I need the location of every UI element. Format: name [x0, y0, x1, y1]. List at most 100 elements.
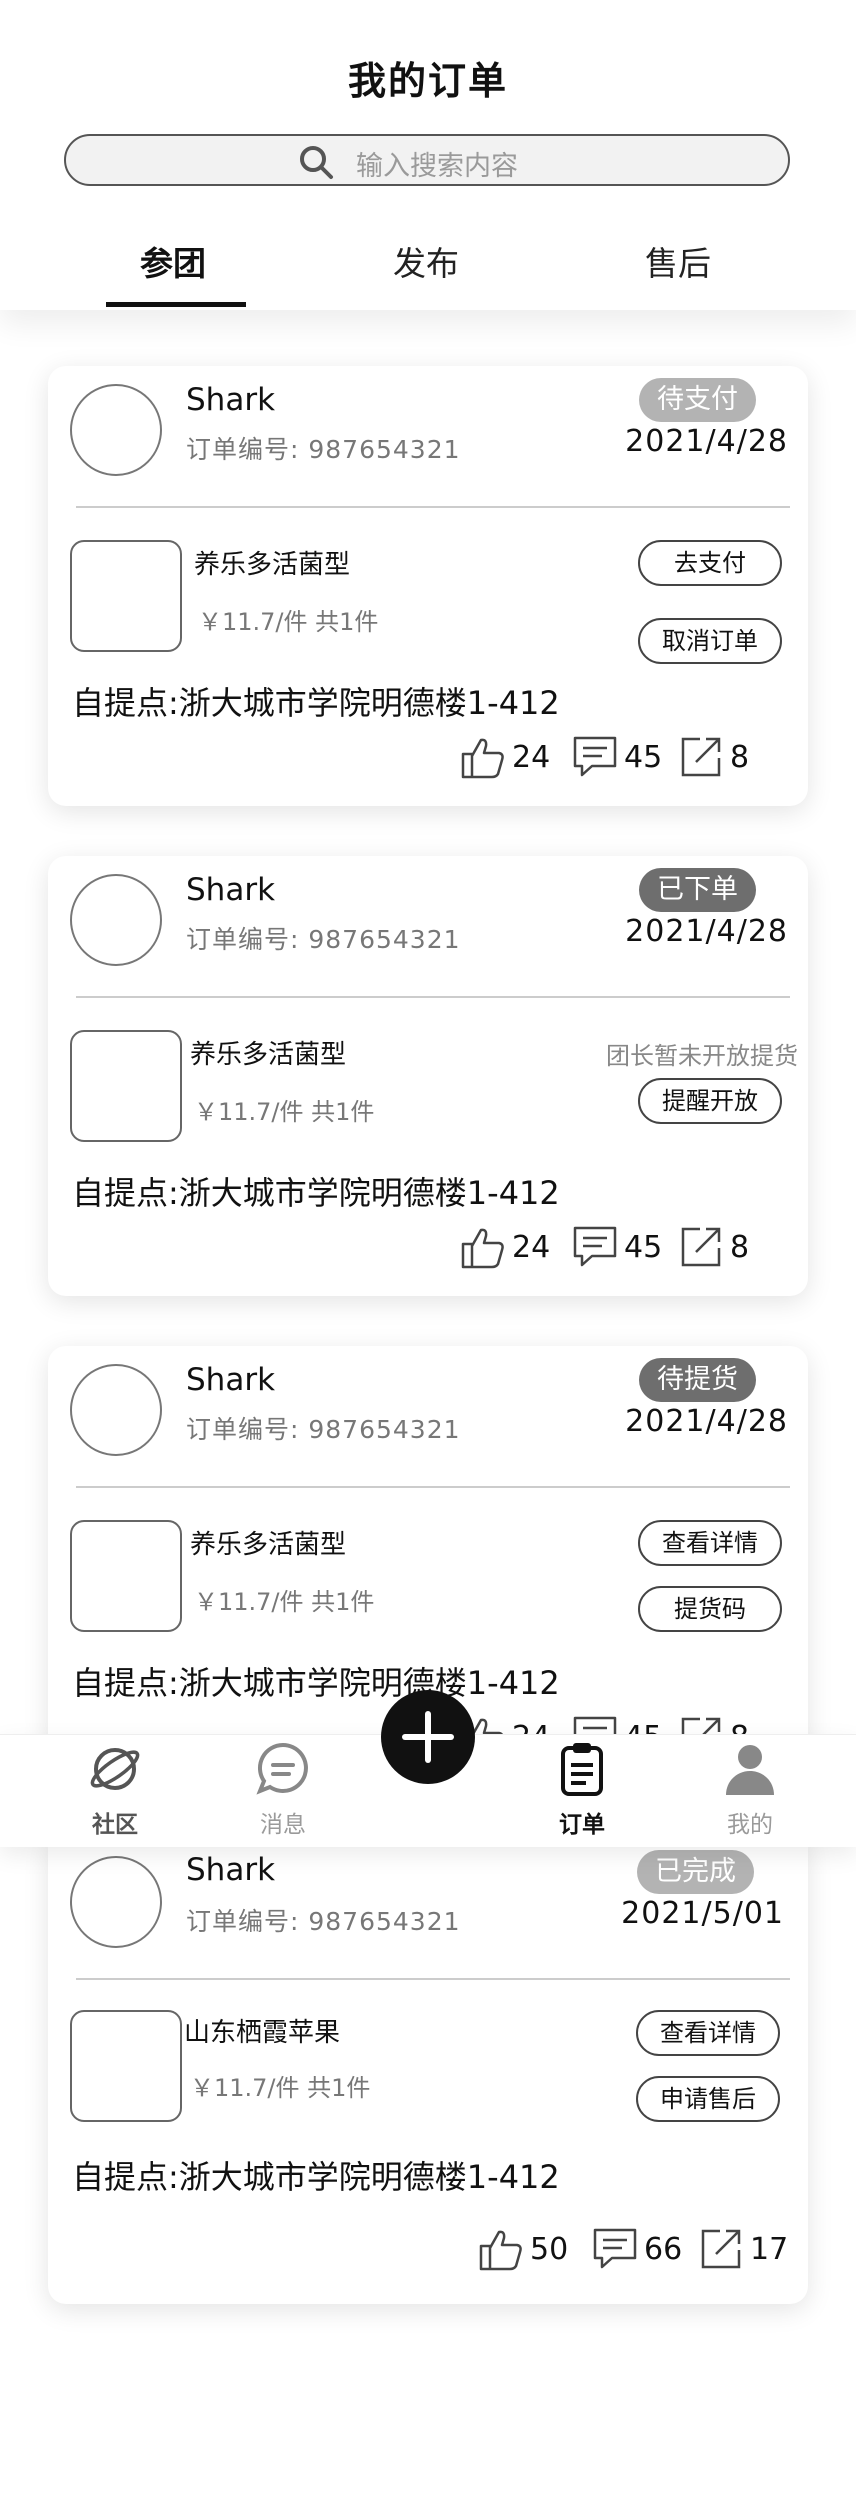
order-card[interactable]: Shark 订单编号: 987654321 已完成 2021/5/01 山东栖霞… [48, 1830, 808, 2304]
like-count: 24 [512, 1229, 551, 1265]
divider [76, 996, 790, 998]
product-price: ￥11.7/件 共1件 [198, 608, 379, 636]
status-badge: 已下单 [639, 868, 756, 912]
comment-count: 45 [624, 739, 663, 775]
order-card[interactable]: Shark 订单编号: 987654321 已下单 2021/4/28 养乐多活… [48, 856, 808, 1296]
user-icon [726, 1745, 774, 1795]
nav-label: 订单 [559, 1812, 605, 1838]
active-tab-indicator [106, 302, 246, 307]
nav-label: 消息 [260, 1812, 306, 1838]
order-date: 2021/4/28 [625, 914, 788, 949]
view-details-button[interactable]: 查看详情 [638, 1520, 782, 1566]
product-name: 养乐多活菌型 [190, 1530, 347, 1560]
nav-orders[interactable]: 订单 [532, 1741, 632, 1839]
order-date: 2021/4/28 [625, 1404, 788, 1439]
like-button[interactable]: 24 [460, 1224, 550, 1274]
avatar [70, 384, 162, 476]
comment-button[interactable]: 45 [572, 1224, 662, 1274]
nav-messages[interactable]: 消息 [233, 1741, 333, 1839]
divider [76, 1978, 790, 1980]
order-number: 订单编号: 987654321 [186, 435, 461, 464]
top-header: 我的订单 输入搜索内容 参团 发布 售后 [0, 0, 856, 310]
thumbs-up-icon [461, 738, 504, 779]
status-badge: 待提货 [639, 1358, 756, 1402]
share-icon [681, 1227, 721, 1267]
pickup-status-note: 团长暂未开放提货 [606, 1042, 798, 1070]
like-count: 50 [530, 2231, 569, 2267]
order-date: 2021/5/01 [621, 1896, 784, 1931]
product-name: 山东栖霞苹果 [184, 2018, 341, 2048]
nav-label: 我的 [727, 1812, 773, 1838]
tab-after-sales[interactable]: 售后 [645, 237, 711, 285]
comment-icon [573, 1226, 617, 1267]
comment-count: 45 [624, 1229, 663, 1265]
product-image[interactable] [70, 2010, 182, 2122]
plus-icon [402, 1711, 454, 1763]
pickup-address: 自提点:浙大城市学院明德楼1-412 [72, 2158, 560, 2196]
like-button[interactable]: 50 [478, 2226, 568, 2276]
order-card[interactable]: Shark 订单编号: 987654321 待支付 2021/4/28 养乐多活… [48, 366, 808, 806]
page-title: 我的订单 [347, 59, 508, 103]
product-name: 养乐多活菌型 [190, 1040, 347, 1070]
remind-open-button[interactable]: 提醒开放 [638, 1078, 782, 1124]
avatar [70, 874, 162, 966]
nav-label: 社区 [92, 1812, 138, 1838]
share-button[interactable]: 8 [678, 734, 749, 784]
pickup-address: 自提点:浙大城市学院明德楼1-412 [72, 1174, 560, 1212]
product-image[interactable] [70, 1520, 182, 1632]
avatar [70, 1364, 162, 1456]
avatar [70, 1856, 162, 1948]
nav-community[interactable]: 社区 [65, 1741, 165, 1839]
order-number: 订单编号: 987654321 [186, 1907, 461, 1936]
comment-button[interactable]: 45 [572, 734, 662, 784]
tab-publish[interactable]: 发布 [393, 237, 459, 285]
share-count: 8 [730, 1229, 750, 1265]
divider [76, 506, 790, 508]
share-count: 17 [750, 2231, 789, 2267]
share-button[interactable]: 8 [678, 1224, 749, 1274]
product-name: 养乐多活菌型 [194, 550, 351, 580]
share-icon [701, 2229, 741, 2269]
comment-icon [593, 2228, 637, 2269]
share-count: 8 [730, 739, 750, 775]
nav-profile[interactable]: 我的 [700, 1741, 800, 1839]
comment-icon [573, 736, 617, 777]
product-price: ￥11.7/件 共1件 [194, 1098, 375, 1126]
pickup-address: 自提点:浙大城市学院明德楼1-412 [72, 1664, 560, 1702]
add-button[interactable] [381, 1690, 475, 1784]
product-price: ￥11.7/件 共1件 [190, 2074, 371, 2102]
share-icon [681, 737, 721, 777]
product-image[interactable] [70, 540, 182, 652]
search-icon [300, 146, 333, 179]
divider [76, 1486, 790, 1488]
search-input[interactable]: 输入搜索内容 [64, 134, 790, 186]
share-button[interactable]: 17 [698, 2226, 788, 2276]
status-badge: 已完成 [637, 1850, 754, 1894]
thumbs-up-icon [479, 2230, 522, 2271]
user-name: Shark [186, 1362, 276, 1398]
apply-after-sales-button[interactable]: 申请售后 [636, 2076, 780, 2122]
order-date: 2021/4/28 [625, 424, 788, 459]
like-button[interactable]: 24 [460, 734, 550, 784]
chat-bubble-icon [256, 1742, 308, 1795]
cancel-order-button[interactable]: 取消订单 [638, 618, 782, 664]
search-placeholder: 输入搜索内容 [356, 151, 518, 182]
product-image[interactable] [70, 1030, 182, 1142]
comment-button[interactable]: 66 [592, 2226, 682, 2276]
order-number: 订单编号: 987654321 [186, 925, 461, 954]
pickup-address: 自提点:浙大城市学院明德楼1-412 [72, 684, 560, 722]
planet-icon [90, 1748, 140, 1790]
view-details-button[interactable]: 查看详情 [636, 2010, 780, 2056]
product-price: ￥11.7/件 共1件 [194, 1588, 375, 1616]
clipboard-icon [561, 1743, 603, 1796]
thumbs-up-icon [461, 1228, 504, 1269]
comment-count: 66 [644, 2231, 683, 2267]
user-name: Shark [186, 1852, 276, 1888]
user-name: Shark [186, 382, 276, 418]
order-number: 订单编号: 987654321 [186, 1415, 461, 1444]
user-name: Shark [186, 872, 276, 908]
tab-join-group[interactable]: 参团 [140, 237, 206, 285]
pickup-code-button[interactable]: 提货码 [638, 1586, 782, 1632]
pay-button[interactable]: 去支付 [638, 540, 782, 586]
like-count: 24 [512, 739, 551, 775]
